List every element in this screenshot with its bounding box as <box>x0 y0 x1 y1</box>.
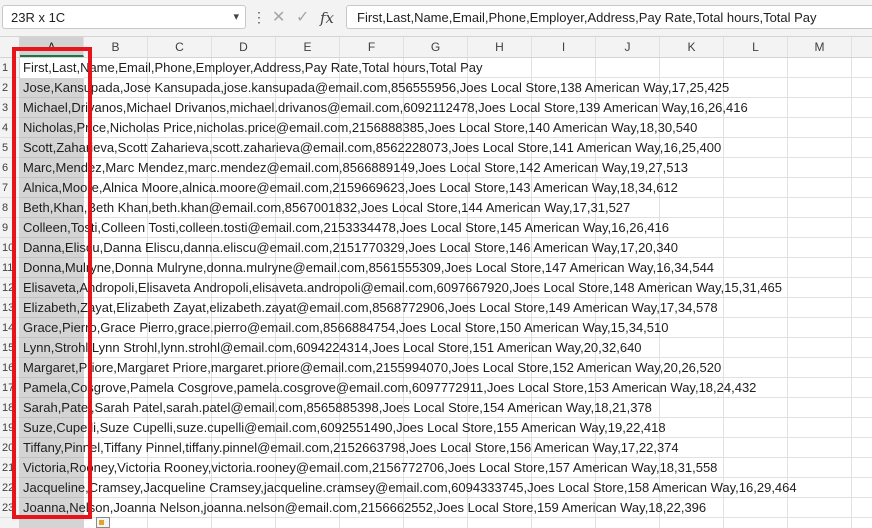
red-highlight-box <box>12 47 92 519</box>
cell-a11[interactable]: Donna,Mulryne,Donna Mulryne,donna.mulryn… <box>23 258 714 278</box>
cell-a18[interactable]: Sarah,Patel,Sarah Patel,sarah.patel@emai… <box>23 398 652 418</box>
clipboard-icon[interactable] <box>96 517 110 528</box>
column-header-l[interactable]: L <box>724 37 788 57</box>
cell-a22[interactable]: Jacqueline,Cramsey,Jacqueline Cramsey,ja… <box>23 478 797 498</box>
cell-a8[interactable]: Beth,Khan,Beth Khan,beth.khan@email.com,… <box>23 198 630 218</box>
formula-bar-separator: ⋮ <box>252 9 266 25</box>
check-icon[interactable]: ✓ <box>296 7 309 29</box>
cell-a6[interactable]: Marc,Mendez,Marc Mendez,marc.mendez@emai… <box>23 158 688 178</box>
cell-a3[interactable]: Michael,Drivanos,Michael Drivanos,michae… <box>23 98 748 118</box>
cell-a16[interactable]: Margaret,Priore,Margaret Priore,margaret… <box>23 358 721 378</box>
column-header-e[interactable]: E <box>276 37 340 57</box>
cell-a9[interactable]: Colleen,Tosti,Colleen Tosti,colleen.tost… <box>23 218 669 238</box>
cell-a17[interactable]: Pamela,Cosgrove,Pamela Cosgrove,pamela.c… <box>23 378 756 398</box>
chevron-down-icon[interactable]: ▾ <box>233 10 239 23</box>
name-box-value[interactable]: 23R x 1C <box>11 10 65 25</box>
formula-input[interactable]: First,Last,Name,Email,Phone,Employer,Add… <box>346 5 872 29</box>
formula-bar: 23R x 1C ▾ ⋮ ✕ ✓ fx First,Last,Name,Emai… <box>0 0 872 37</box>
column-header-m[interactable]: M <box>788 37 852 57</box>
column-headers: ABCDEFGHIJKLM <box>0 37 872 58</box>
column-header-c[interactable]: C <box>148 37 212 57</box>
cell-a10[interactable]: Danna,Eliscu,Danna Eliscu,danna.eliscu@e… <box>23 238 678 258</box>
cell-a13[interactable]: Elizabeth,Zayat,Elizabeth Zayat,elizabet… <box>23 298 718 318</box>
cell-a20[interactable]: Tiffany,Pinnel,Tiffany Pinnel,tiffany.pi… <box>23 438 679 458</box>
column-header-f[interactable]: F <box>340 37 404 57</box>
cell-a7[interactable]: Alnica,Moore,Alnica Moore,alnica.moore@e… <box>23 178 678 198</box>
cell-a4[interactable]: Nicholas,Price,Nicholas Price,nicholas.p… <box>23 118 697 138</box>
cell-a5[interactable]: Scott,Zaharieva,Scott Zaharieva,scott.za… <box>23 138 721 158</box>
cell-a14[interactable]: Grace,Pierro,Grace Pierro,grace.pierro@e… <box>23 318 668 338</box>
column-header-j[interactable]: J <box>596 37 660 57</box>
column-header-k[interactable]: K <box>660 37 724 57</box>
cell-a23[interactable]: Joanna,Nelson,Joanna Nelson,joanna.nelso… <box>23 498 706 518</box>
cell-a19[interactable]: Suze,Cupelli,Suze Cupelli,suze.cupelli@e… <box>23 418 666 438</box>
formula-content[interactable]: First,Last,Name,Email,Phone,Employer,Add… <box>357 10 817 25</box>
cell-a21[interactable]: Victoria,Rooney,Victoria Rooney,victoria… <box>23 458 717 478</box>
name-box[interactable]: 23R x 1C ▾ <box>2 5 246 29</box>
column-header-b[interactable]: B <box>84 37 148 57</box>
column-header-g[interactable]: G <box>404 37 468 57</box>
column-header-i[interactable]: I <box>532 37 596 57</box>
cell-a12[interactable]: Elisaveta,Andropoli,Elisaveta Andropoli,… <box>23 278 782 298</box>
cell-a15[interactable]: Lynn,Strohl,Lynn Strohl,lynn.strohl@emai… <box>23 338 642 358</box>
cell-a2[interactable]: Jose,Kansupada,Jose Kansupada,jose.kansu… <box>23 78 729 98</box>
close-icon[interactable]: ✕ <box>272 7 285 29</box>
insert-function-button[interactable]: fx <box>320 7 334 29</box>
column-header-d[interactable]: D <box>212 37 276 57</box>
column-header-h[interactable]: H <box>468 37 532 57</box>
